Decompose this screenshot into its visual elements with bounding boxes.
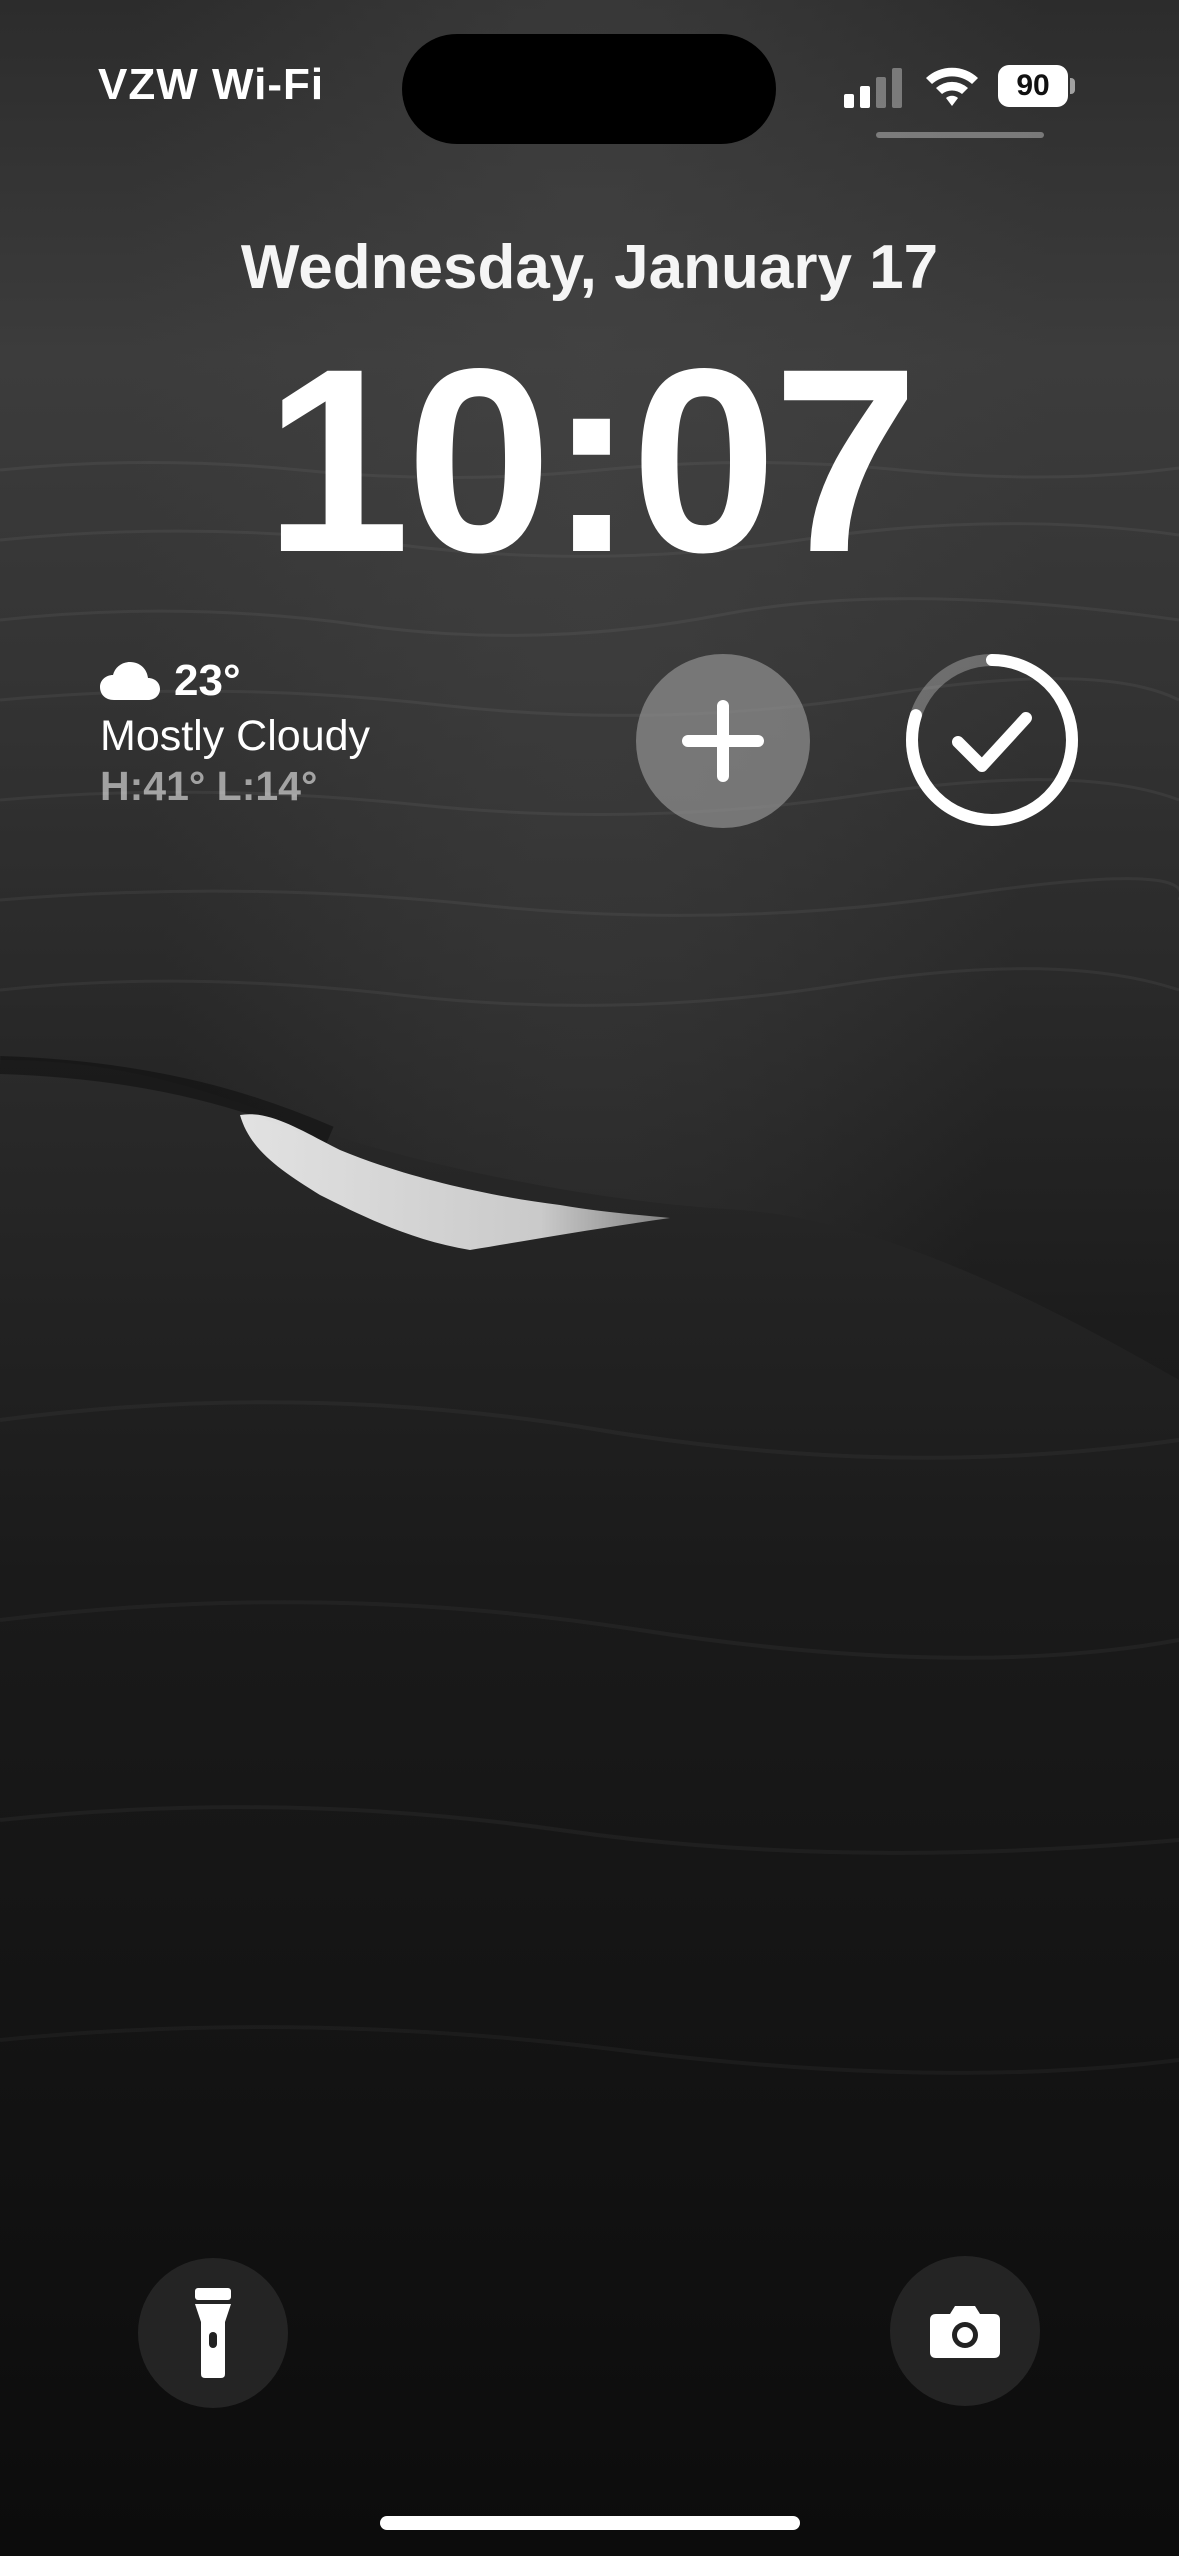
add-widget-button[interactable] <box>636 654 810 828</box>
camera-button[interactable] <box>890 2256 1040 2406</box>
home-indicator[interactable] <box>380 2516 800 2530</box>
weather-high-low: H:41° L:14° <box>100 763 318 809</box>
checkmark-icon <box>952 712 1032 772</box>
battery-tip <box>1070 78 1075 94</box>
weather-condition: Mostly Cloudy <box>100 712 371 760</box>
weather-temperature: 23° <box>174 656 241 705</box>
battery-level: 90 <box>998 65 1068 107</box>
carrier-label: VZW Wi-Fi <box>98 60 325 109</box>
reminders-widget[interactable] <box>904 652 1080 828</box>
notification-indicator <box>876 132 1044 138</box>
camera-icon <box>930 2306 1000 2358</box>
lock-time[interactable]: 10:07 <box>0 330 1179 592</box>
cellular-signal-icon <box>844 68 902 108</box>
plus-icon <box>682 700 764 782</box>
weather-header: 23° <box>100 654 460 708</box>
lock-date: Wednesday, January 17 <box>240 233 939 302</box>
flashlight-icon <box>195 2288 231 2378</box>
battery-icon: 90 <box>998 65 1075 109</box>
lock-screen: VZW Wi-Fi 90 Wednesday, January 17 10:07… <box>0 0 1179 2556</box>
flashlight-button[interactable] <box>138 2258 288 2408</box>
dynamic-island <box>402 34 776 144</box>
weather-widget[interactable]: 23° Mostly Cloudy H:41° L:14° <box>100 654 460 810</box>
wifi-icon <box>926 67 978 106</box>
cloud-icon <box>100 662 160 700</box>
